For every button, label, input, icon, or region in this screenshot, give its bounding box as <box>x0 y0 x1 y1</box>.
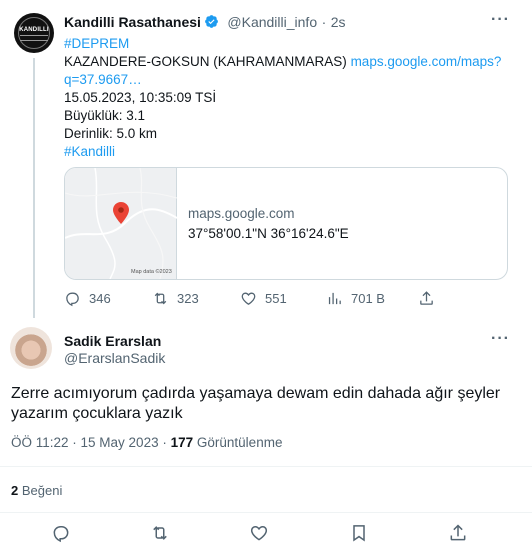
location-line: KAZANDERE-GOKSUN (KAHRAMANMARAS) maps.go… <box>64 53 501 71</box>
location-text: KAZANDERE-GOKSUN (KAHRAMANMARAS) <box>64 54 347 69</box>
like-action[interactable]: 551 <box>240 290 287 307</box>
author-handle[interactable]: @Kandilli_info <box>227 14 317 30</box>
separator-dot: · <box>321 14 327 30</box>
views-icon <box>328 292 341 305</box>
tweet-time[interactable]: 2s <box>331 14 346 30</box>
thread-line <box>33 58 35 318</box>
sadik-avatar[interactable] <box>10 327 52 369</box>
magnitude-line: Büyüklük: 3.1 <box>64 108 146 123</box>
card-domain: maps.google.com <box>188 206 295 221</box>
share-icon <box>420 291 433 305</box>
reply-icon <box>66 292 79 307</box>
depth-line: Derinlik: 5.0 km <box>64 126 158 141</box>
avatar-ring <box>18 17 50 49</box>
views-action[interactable]: 701 B <box>326 290 385 307</box>
avatar-logo-text: KANDILLI <box>19 27 49 33</box>
bottom-share-button[interactable] <box>448 523 468 543</box>
views-count: 701 B <box>351 291 385 306</box>
map-data-label: Map data ©2023 <box>131 269 172 275</box>
reply-text-line-1: Zerre acımıyorum çadırda yaşamaya dewam … <box>11 385 501 402</box>
reply-author-handle[interactable]: @ErarslanSadik <box>64 350 165 366</box>
bottom-reply-button[interactable] <box>51 523 71 543</box>
share-action[interactable] <box>418 290 435 307</box>
tweet-header: Kandilli Rasathanesi @Kandilli_info · 2s <box>64 14 345 32</box>
link-card[interactable]: Map data ©2023 maps.google.com 37°58'00.… <box>64 167 508 280</box>
bottom-retweet-button[interactable] <box>150 523 170 543</box>
map-pin-icon <box>113 202 129 224</box>
hashtag-deprem[interactable]: #DEPREM <box>64 35 129 53</box>
retweet-icon <box>154 292 167 305</box>
reply-meta: ÖÖ 11:22 · 15 May 2023 · 177 Görüntülenm… <box>11 435 282 450</box>
map-thumbnail: Map data ©2023 <box>65 168 177 279</box>
maps-link[interactable]: maps.google.com/maps? <box>351 54 502 69</box>
bottom-like-button[interactable] <box>249 523 269 543</box>
like-count: 551 <box>265 291 287 306</box>
reply-view-count: 177 <box>170 435 194 450</box>
author-name[interactable]: Kandilli Rasathanesi <box>64 14 201 30</box>
likes-label: Beğeni <box>21 483 63 498</box>
like-icon <box>241 292 256 305</box>
divider-top <box>0 466 532 467</box>
maps-link-continued[interactable]: q=37.9667… <box>64 71 142 89</box>
kandilli-avatar[interactable]: KANDILLI <box>14 13 54 53</box>
datetime-line: 15.05.2023, 10:35:09 TSİ <box>64 90 217 105</box>
divider-bottom <box>0 512 532 513</box>
card-coords: 37°58'00.1"N 36°16'24.6"E <box>188 226 349 241</box>
bookmark-icon <box>353 525 365 542</box>
reply-timestamp[interactable]: ÖÖ 11:22 · 15 May 2023 · <box>11 435 167 450</box>
retweet-count: 323 <box>177 291 199 306</box>
hashtag-kandilli[interactable]: #Kandilli <box>64 143 115 161</box>
reply-icon <box>53 526 69 543</box>
likes-summary[interactable]: 2 Beğeni <box>11 483 62 498</box>
reply-count: 346 <box>89 291 111 306</box>
more-icon[interactable]: ··· <box>491 12 511 29</box>
like-icon <box>250 525 268 541</box>
reply-action[interactable]: 346 <box>64 290 111 307</box>
retweet-icon <box>153 526 167 540</box>
verified-badge-icon <box>204 14 219 29</box>
reply-more-icon[interactable]: ··· <box>491 331 511 348</box>
reply-view-label: Görüntülenme <box>196 435 283 450</box>
avatar-logo-lines <box>20 35 48 41</box>
share-icon <box>450 524 466 541</box>
bottom-bookmark-button[interactable] <box>349 523 369 543</box>
retweet-action[interactable]: 323 <box>152 290 199 307</box>
reply-text-line-2: yazarım çocuklara yazık <box>11 405 183 422</box>
likes-count: 2 <box>11 483 19 498</box>
reply-author-name[interactable]: Sadik Erarslan <box>64 333 161 349</box>
